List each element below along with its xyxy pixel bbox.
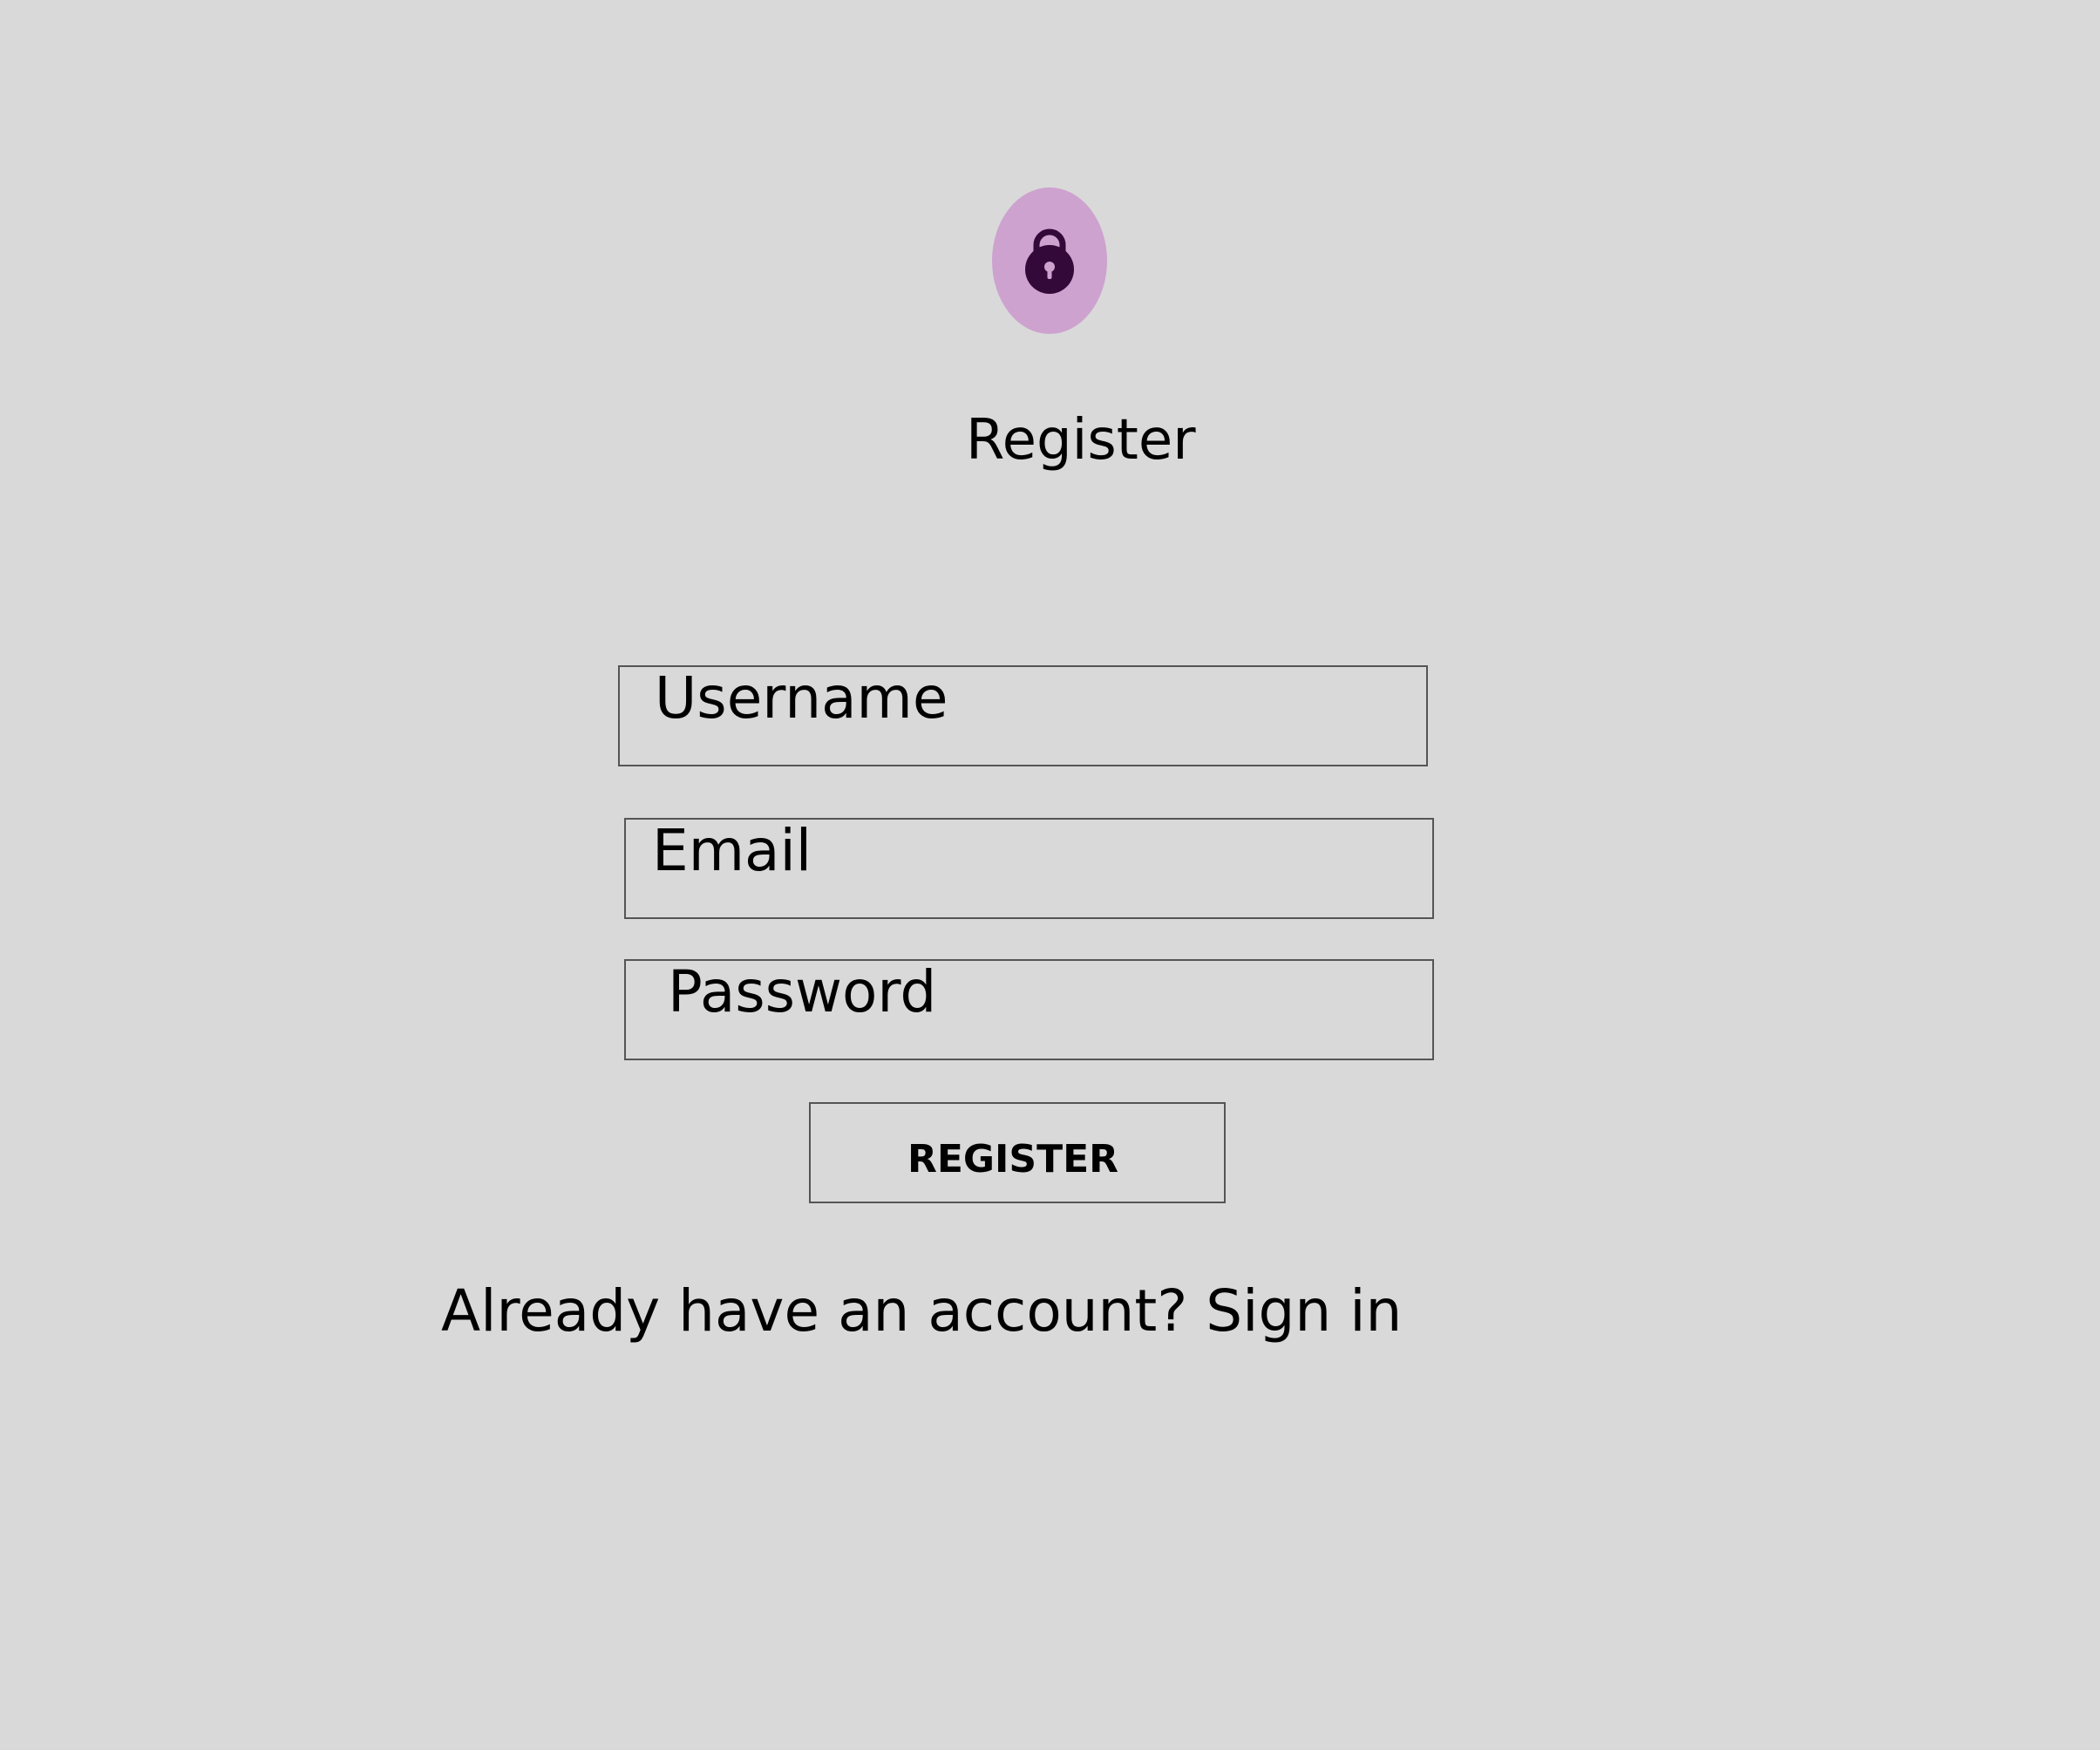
lock-icon <box>1025 228 1074 294</box>
password-field[interactable]: Password <box>624 958 1434 1060</box>
email-field[interactable]: Email <box>624 817 1434 919</box>
avatar <box>992 187 1107 334</box>
register-button[interactable]: REGISTER <box>809 1102 1226 1203</box>
email-label: Email <box>652 817 812 884</box>
password-label: Password <box>668 958 937 1025</box>
page-title: Register <box>966 408 1196 473</box>
register-button-label: REGISTER <box>907 1137 1119 1181</box>
signin-link[interactable]: Already have an account? Sign in <box>441 1273 1402 1350</box>
username-field[interactable]: Username <box>618 664 1428 766</box>
username-label: Username <box>655 664 948 732</box>
